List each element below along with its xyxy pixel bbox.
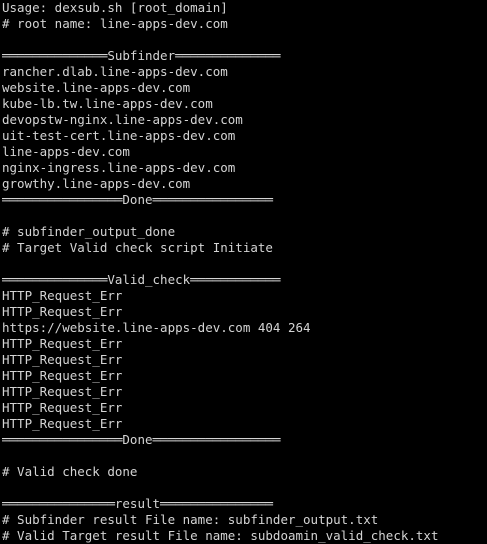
subdomain-line: nginx-ingress.line-apps-dev.com — [2, 160, 236, 175]
subdomain-line: growthy.line-apps-dev.com — [2, 176, 191, 191]
subfinder-result-filename: # Subfinder result File name: subfinder_… — [2, 512, 379, 527]
subdomain-line: rancher.dlab.line-apps-dev.com — [2, 64, 228, 79]
valid-check-header: ══════════════Valid_check════════════ — [2, 272, 281, 287]
valid-target-result-filename: # Valid Target result File name: subdoam… — [2, 528, 439, 543]
valid-check-done-separator: ════════════════Done═════════════════ — [2, 432, 281, 447]
result-header: ═══════════════result═══════════════ — [2, 496, 273, 511]
terminal-window[interactable]: Usage: dexsub.sh [root_domain] # root na… — [0, 0, 487, 544]
usage-line: Usage: dexsub.sh [root_domain] — [2, 0, 228, 15]
valid-check-result-line: https://website.line-apps-dev.com 404 26… — [2, 320, 311, 335]
valid-check-result-line: HTTP_Request_Err — [2, 368, 123, 383]
subfinder-header: ══════════════Subfinder══════════════ — [2, 48, 281, 63]
valid-check-initiate-comment: # Target Valid check script Initiate — [2, 240, 273, 255]
valid-check-result-line: HTTP_Request_Err — [2, 288, 123, 303]
subdomain-line: line-apps-dev.com — [2, 144, 130, 159]
subdomain-line: kube-lb.tw.line-apps-dev.com — [2, 96, 213, 111]
subfinder-done-separator: ════════════════Done════════════════ — [2, 192, 273, 207]
valid-check-result-line: HTTP_Request_Err — [2, 352, 123, 367]
subdomain-line: devopstw-nginx.line-apps-dev.com — [2, 112, 243, 127]
subfinder-done-comment: # subfinder_output_done — [2, 224, 176, 239]
valid-check-result-line: HTTP_Request_Err — [2, 304, 123, 319]
subdomain-line: website.line-apps-dev.com — [2, 80, 191, 95]
valid-check-done-comment: # Valid check done — [2, 464, 138, 479]
valid-check-result-line: HTTP_Request_Err — [2, 384, 123, 399]
valid-check-result-line: HTTP_Request_Err — [2, 336, 123, 351]
root-name-line: # root name: line-apps-dev.com — [2, 16, 228, 31]
subdomain-line: uit-test-cert.line-apps-dev.com — [2, 128, 236, 143]
valid-check-result-line: HTTP_Request_Err — [2, 416, 123, 431]
valid-check-result-line: HTTP_Request_Err — [2, 400, 123, 415]
